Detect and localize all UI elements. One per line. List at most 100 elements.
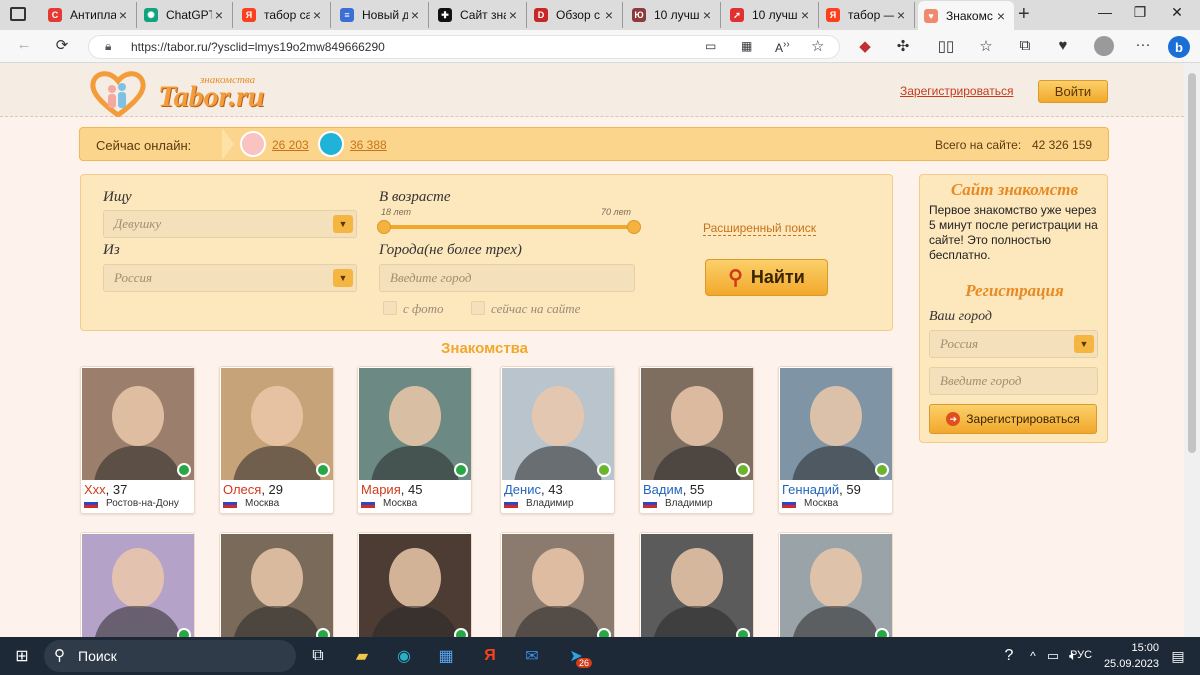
browser-tab[interactable]: ✚ Сайт зна × xyxy=(432,2,527,28)
close-icon[interactable]: × xyxy=(212,7,226,23)
profile-card[interactable]: Мария, 45 Москва xyxy=(357,366,472,514)
close-icon[interactable]: × xyxy=(798,7,812,23)
age-slider-min-handle[interactable] xyxy=(377,220,391,234)
women-online-count[interactable]: 26 203 xyxy=(272,138,309,152)
close-icon[interactable]: × xyxy=(506,7,520,23)
bing-icon[interactable]: b xyxy=(1168,36,1190,58)
browser-tab[interactable]: C Антипла × xyxy=(42,2,137,28)
browser-tab[interactable]: ✺ ChatGPT × xyxy=(138,2,233,28)
close-icon[interactable]: × xyxy=(894,7,908,23)
windows-start-icon[interactable]: ⊞ xyxy=(8,642,36,670)
browser-tab[interactable]: Ятабор са × xyxy=(236,2,331,28)
url-box[interactable]: 🔒︎ https://tabor.ru/?ysclid=lmys19o2mw84… xyxy=(88,35,840,59)
more-menu-icon[interactable]: ··· xyxy=(1133,36,1153,53)
logo-heart-icon[interactable] xyxy=(88,69,148,119)
with-photo-checkbox[interactable] xyxy=(383,301,397,315)
maximize-button[interactable]: ❐ xyxy=(1125,4,1155,24)
back-icon[interactable]: ← xyxy=(14,36,34,53)
profile-card[interactable]: Олеся, 29 Москва xyxy=(219,366,334,514)
sidebar-country-select[interactable]: Россия ▼ xyxy=(929,330,1098,358)
profile-card[interactable] xyxy=(80,532,195,637)
profile-card[interactable] xyxy=(778,532,893,637)
login-button[interactable]: Войти xyxy=(1038,80,1108,103)
profile-name[interactable]: Мария xyxy=(361,482,401,497)
profile-photo[interactable] xyxy=(780,534,892,637)
close-icon[interactable]: × xyxy=(310,7,324,23)
extension-icon[interactable]: ◆ xyxy=(855,37,875,55)
profile-card[interactable] xyxy=(357,532,472,637)
profile-name[interactable]: Олеся xyxy=(223,482,261,497)
profile-photo[interactable] xyxy=(502,534,614,637)
scrollbar-thumb[interactable] xyxy=(1188,73,1196,453)
profile-card[interactable]: Ххх, 37 Ростов-на-Дону xyxy=(80,366,195,514)
puzzle-icon[interactable]: ✣ xyxy=(893,37,913,55)
scrollbar[interactable] xyxy=(1184,63,1200,637)
favorite-star-icon[interactable]: ☆ xyxy=(811,37,824,55)
close-window-button[interactable]: ✕ xyxy=(1162,4,1192,24)
close-icon[interactable]: × xyxy=(994,8,1008,24)
profile-photo[interactable] xyxy=(359,368,471,480)
collections-icon[interactable]: ⧉ xyxy=(1015,37,1035,54)
profile-avatar[interactable] xyxy=(1094,36,1114,56)
profile-photo[interactable] xyxy=(359,534,471,637)
close-icon[interactable]: × xyxy=(602,7,616,23)
city-input[interactable]: Введите город xyxy=(379,264,635,292)
register-link[interactable]: Зарегистрироваться xyxy=(900,84,1013,98)
browser-tab[interactable]: ♥ Знакомс × xyxy=(918,1,1014,30)
close-icon[interactable]: × xyxy=(700,7,714,23)
edge-icon[interactable]: ◉ xyxy=(390,642,418,670)
profile-photo[interactable] xyxy=(780,368,892,480)
taskbar-search-box[interactable]: ⚲ Поиск xyxy=(44,640,296,672)
profile-photo[interactable] xyxy=(221,534,333,637)
browser-tab[interactable]: Ятабор — × xyxy=(820,2,915,28)
profile-photo[interactable] xyxy=(641,368,753,480)
profile-card[interactable]: Геннадий, 59 Москва xyxy=(778,366,893,514)
profile-photo[interactable] xyxy=(502,368,614,480)
task-view-icon[interactable]: ⧉ xyxy=(304,642,332,670)
profile-card[interactable] xyxy=(219,532,334,637)
profile-card[interactable]: Денис, 43 Владимир xyxy=(500,366,615,514)
profile-card[interactable] xyxy=(500,532,615,637)
mail-icon[interactable]: ✉ xyxy=(518,642,546,670)
profile-name[interactable]: Геннадий xyxy=(782,482,839,497)
profile-photo[interactable] xyxy=(641,534,753,637)
browser-tab[interactable]: ≡ Новый д × xyxy=(334,2,429,28)
online-now-checkbox[interactable] xyxy=(471,301,485,315)
profile-name[interactable]: Вадим xyxy=(643,482,683,497)
favorites-icon[interactable]: ☆ xyxy=(976,37,996,55)
new-tab-button[interactable]: + xyxy=(1018,3,1030,26)
logo-text[interactable]: Tabor.ru xyxy=(158,80,264,114)
profile-photo[interactable] xyxy=(82,534,194,637)
grid-icon[interactable]: ▦ xyxy=(741,39,752,53)
browser-tab[interactable]: ➚ 10 лучш × xyxy=(724,2,819,28)
find-button[interactable]: ⚲ Найти xyxy=(705,259,828,296)
read-aloud-icon[interactable]: A›› xyxy=(775,39,790,55)
sidebar-register-button[interactable]: ➜ Зарегистрироваться xyxy=(929,404,1097,434)
profile-card[interactable]: Вадим, 55 Владимир xyxy=(639,366,754,514)
clock-time[interactable]: 15:00 xyxy=(1109,642,1159,654)
notifications-icon[interactable]: ▤ xyxy=(1164,642,1192,670)
profile-name[interactable]: Денис xyxy=(504,482,541,497)
close-icon[interactable]: × xyxy=(408,7,422,23)
clock-date[interactable]: 25.09.2023 xyxy=(1093,658,1159,670)
minimize-button[interactable]: — xyxy=(1090,4,1120,24)
profile-photo[interactable] xyxy=(82,368,194,480)
country-select[interactable]: Россия ▼ xyxy=(103,264,357,292)
tab-actions-icon[interactable] xyxy=(10,7,26,21)
url-text[interactable]: https://tabor.ru/?ysclid=lmys19o2mw84966… xyxy=(131,40,385,54)
close-icon[interactable]: × xyxy=(116,7,130,23)
men-online-count[interactable]: 36 388 xyxy=(350,138,387,152)
file-explorer-icon[interactable]: ▰ xyxy=(348,642,376,670)
sidebar-city-input[interactable]: Введите город xyxy=(929,367,1098,395)
store-icon[interactable]: ▦ xyxy=(432,642,460,670)
yandex-icon[interactable]: Я xyxy=(476,642,504,670)
browser-tab[interactable]: D Обзор с × xyxy=(528,2,623,28)
age-slider-track[interactable] xyxy=(383,225,637,229)
seek-select[interactable]: Девушку ▼ xyxy=(103,210,357,238)
language-indicator[interactable]: РУС xyxy=(1070,649,1092,661)
split-screen-icon[interactable]: ▯▯ xyxy=(936,37,956,55)
profile-card[interactable] xyxy=(639,532,754,637)
profile-name[interactable]: Ххх xyxy=(84,482,106,497)
refresh-icon[interactable]: ⟳ xyxy=(52,36,72,54)
app-available-icon[interactable]: ▭ xyxy=(705,39,716,53)
